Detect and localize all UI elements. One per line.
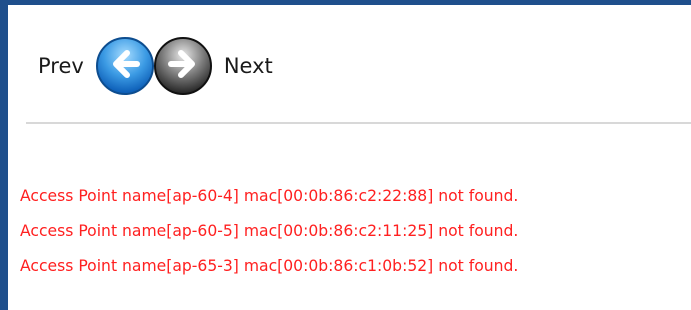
error-message-list: Access Point name[ap-60-4] mac[00:0b:86:… — [20, 184, 518, 289]
error-message: Access Point name[ap-60-5] mac[00:0b:86:… — [20, 222, 519, 240]
next-button[interactable] — [153, 37, 212, 95]
divider — [26, 122, 691, 124]
back-arrow-icon — [108, 47, 142, 86]
prev-button[interactable] — [95, 37, 154, 95]
page-frame: Prev Next Access Point name[ap-60-4] mac… — [0, 0, 691, 310]
top-border — [0, 0, 691, 5]
left-border — [0, 0, 8, 310]
next-label[interactable]: Next — [224, 54, 273, 78]
error-message: Access Point name[ap-65-3] mac[00:0b:86:… — [20, 257, 519, 275]
forward-arrow-icon — [166, 47, 200, 86]
pager-nav: Prev Next — [38, 37, 273, 95]
prev-label[interactable]: Prev — [38, 54, 84, 78]
error-message: Access Point name[ap-60-4] mac[00:0b:86:… — [20, 187, 519, 205]
